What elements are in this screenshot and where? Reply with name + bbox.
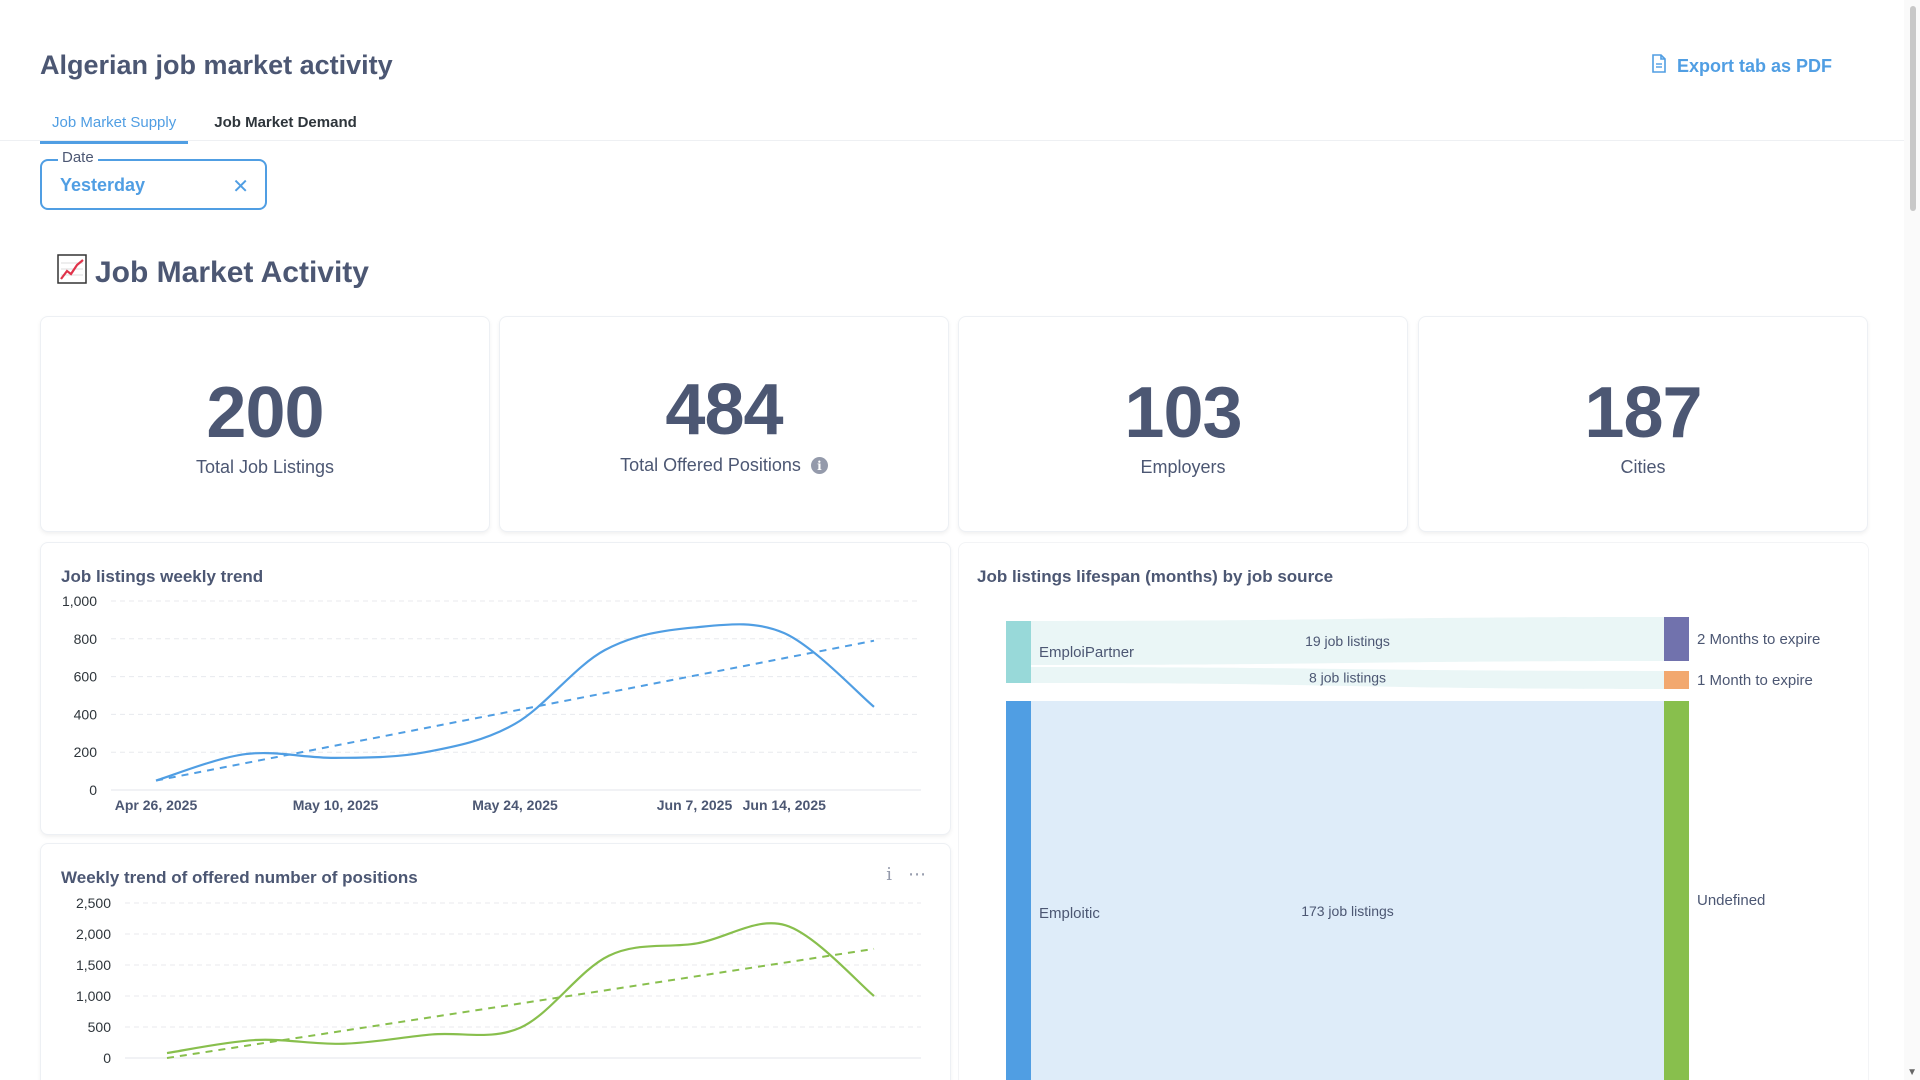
y-tick-label: 1,000	[62, 593, 97, 609]
dashboard-header: Algerian job market activity Export tab …	[0, 0, 1904, 144]
scroll-thumb[interactable]	[1910, 6, 1916, 211]
chart-card-lifespan-sankey[interactable]: Job listings lifespan (months) by job so…	[958, 542, 1869, 1080]
export-label: Export tab as PDF	[1676, 55, 1832, 76]
date-filter-value[interactable]: Yesterday	[60, 175, 145, 196]
sankey-target-node	[1664, 701, 1689, 1080]
tab-job-market-supply[interactable]: Job Market Supply	[40, 110, 189, 144]
sankey-target-label: Undefined	[1697, 892, 1765, 909]
sankey-target-label: 1 Month to expire	[1697, 672, 1813, 689]
y-tick-label: 1,000	[76, 988, 111, 1004]
kpi-label-text: Cities	[1620, 457, 1666, 477]
page-title: Algerian job market activity	[40, 50, 393, 80]
sankey-source-node	[1006, 701, 1031, 1080]
y-tick-label: 600	[74, 669, 98, 685]
date-filter[interactable]: Date Yesterday ✕	[40, 149, 267, 210]
y-tick-label: 200	[74, 744, 98, 760]
kpi-label: Employers	[959, 457, 1407, 478]
sankey-source-node	[1006, 621, 1031, 683]
sankey-source-label: Emploitic	[1039, 905, 1100, 922]
section-heading: Job Market Activity	[57, 254, 369, 292]
section-title: Job Market Activity	[95, 256, 369, 289]
x-tick-label: May 10, 2025	[293, 797, 379, 813]
kpi-label-text: Total Offered Positions	[620, 455, 801, 475]
chart-card-offered-positions-trend[interactable]: Weekly trend of offered number of positi…	[40, 843, 951, 1080]
tab-bar: Job Market Supply Job Market Demand	[40, 110, 383, 144]
document-icon	[1651, 54, 1667, 78]
kpi-label: Cities	[1419, 457, 1867, 478]
sankey-target-node	[1664, 671, 1689, 689]
y-tick-label: 800	[74, 631, 98, 647]
sankey-link-label: 8 job listings	[1309, 670, 1386, 686]
series-line	[166, 922, 875, 1055]
kpi-label-text: Total Job Listings	[195, 457, 335, 477]
x-tick-label: May 24, 2025	[472, 797, 558, 813]
sankey-source-label: EmploiPartner	[1039, 644, 1134, 661]
chart-card-job-listings-weekly-trend[interactable]: Job listings weekly trend 0 200 400 600 800 1…	[40, 542, 951, 835]
kpi-label-text: Employers	[1140, 457, 1226, 477]
line-chart-job-listings: 0 200 400 600 800 1,000 Apr 26, 2025 May 10, 20…	[62, 593, 921, 813]
date-filter-label: Date	[58, 149, 98, 166]
kpi-card-employers[interactable]: 103 Employers	[958, 316, 1408, 532]
kpi-card-cities[interactable]: 187 Cities	[1418, 316, 1868, 532]
y-tick-label: 0	[103, 1050, 111, 1066]
kpi-value: 200	[206, 373, 324, 453]
tab-job-market-demand[interactable]: Job Market Demand	[202, 110, 369, 144]
y-tick-label: 400	[74, 706, 98, 722]
sankey-chart: 19 job listings 8 job listings 173 job lis…	[1006, 617, 1820, 1080]
scroll-down-arrow[interactable]: ▼	[1907, 1067, 1917, 1078]
y-tick-label: 1,500	[76, 957, 111, 973]
kpi-card-total-job-listings[interactable]: 200 Total Job Listings	[40, 316, 490, 532]
kpi-label: Total Job Listings	[41, 457, 489, 478]
series-line	[155, 623, 875, 782]
sankey-target-label: 2 Months to expire	[1697, 631, 1820, 648]
x-tick-label: Jun 14, 2025	[743, 797, 826, 813]
info-icon[interactable]: i	[810, 457, 828, 474]
y-tick-label: 2,000	[76, 926, 111, 942]
kpi-value: 484	[665, 370, 783, 450]
close-icon[interactable]: ✕	[232, 174, 249, 199]
kpi-value: 187	[1584, 373, 1702, 453]
y-tick-label: 2,500	[76, 895, 111, 911]
x-tick-label: Apr 26, 2025	[115, 797, 198, 813]
y-tick-label: 0	[89, 782, 97, 798]
sankey-target-node	[1664, 617, 1689, 661]
sankey-link	[1031, 701, 1664, 1080]
export-pdf-button[interactable]: Export tab as PDF	[1651, 54, 1832, 78]
line-chart-offered-positions: 0 500 1,000 1,500 2,000 2,500	[76, 895, 921, 1066]
sankey-link-label: 173 job listings	[1301, 903, 1394, 919]
kpi-label: Total Offered Positions i	[500, 455, 948, 476]
x-tick-label: Jun 7, 2025	[657, 797, 733, 813]
y-tick-label: 500	[88, 1019, 112, 1035]
trend-line	[155, 639, 875, 782]
sankey-link-label: 19 job listings	[1305, 633, 1390, 649]
kpi-value: 103	[1124, 373, 1242, 453]
page-scrollbar[interactable]: ▼	[1904, 0, 1920, 1080]
kpi-card-total-offered-positions[interactable]: 484 Total Offered Positions i	[499, 316, 949, 532]
chart-increasing-icon	[57, 254, 87, 292]
